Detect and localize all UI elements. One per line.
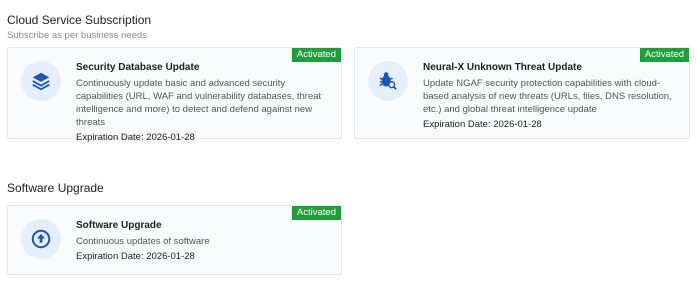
software-upgrade-card[interactable]: Activated Software Upgrade Continuous up… [7, 205, 342, 275]
bug-search-icon [368, 61, 408, 101]
upgrade-icon [21, 219, 61, 259]
neural-x-threat-update-card[interactable]: Activated Neural-X Unknown Threat Update… [354, 47, 690, 139]
security-database-update-card[interactable]: Activated Security Database Update Conti… [7, 47, 342, 143]
software-upgrade-section-title: Software Upgrade [7, 181, 104, 195]
card-description: Update NGAF security protection capabili… [423, 78, 672, 115]
card-description: Continuously update basic and advanced s… [76, 78, 322, 128]
card-description: Continuous updates of software [76, 236, 210, 247]
activated-badge: Activated [639, 48, 689, 62]
card-title: Neural-X Unknown Threat Update [423, 62, 582, 73]
activated-badge: Activated [291, 206, 341, 220]
layers-icon [21, 61, 61, 101]
card-title: Software Upgrade [76, 220, 162, 231]
cloud-service-section-title: Cloud Service Subscription [7, 13, 152, 27]
expiration-date: Expiration Date: 2026-01-28 [76, 251, 195, 262]
expiration-date: Expiration Date: 2026-01-28 [423, 119, 542, 130]
activated-badge: Activated [291, 48, 341, 62]
cloud-service-section-subtitle: Subscribe as per business needs [7, 30, 147, 41]
expiration-date: Expiration Date: 2026-01-28 [76, 132, 195, 143]
card-title: Security Database Update [76, 62, 200, 73]
